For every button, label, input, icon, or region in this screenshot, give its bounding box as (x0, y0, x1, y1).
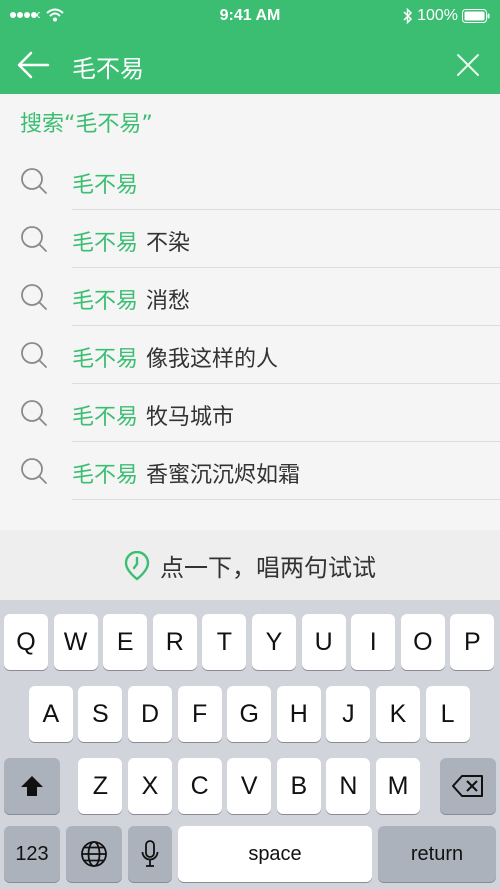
hum-search-label: 点一下，唱两句试试 (160, 554, 376, 582)
search-icon (21, 458, 47, 484)
key-n[interactable]: N (326, 758, 371, 814)
key-z[interactable]: Z (78, 758, 123, 814)
arrow-left-icon (17, 51, 50, 79)
key-y[interactable]: Y (252, 614, 296, 670)
bluetooth-icon (403, 8, 413, 24)
keyboard: 123 space return QWERTYUIOP ASDFGHJKL ZXCV… (0, 600, 500, 889)
hum-icon (124, 550, 150, 580)
key-u[interactable]: U (301, 614, 346, 670)
key-c[interactable]: C (177, 758, 222, 814)
shift-key[interactable] (4, 758, 60, 814)
delete-key[interactable] (440, 758, 496, 814)
globe-key[interactable] (66, 826, 122, 882)
key-o[interactable]: O (400, 614, 445, 670)
hum-search-button[interactable]: 点一下，唱两句试试 (0, 548, 500, 583)
key-e[interactable]: E (103, 614, 148, 670)
suggestion-highlight: 毛不易 (72, 405, 139, 430)
key-a[interactable]: A (28, 686, 73, 742)
key-q[interactable]: Q (4, 614, 48, 670)
key-k[interactable]: K (376, 686, 420, 742)
key-s[interactable]: S (78, 686, 123, 742)
suggestion-text: 毛不易 像我这样的人 (72, 341, 278, 373)
key-i[interactable]: I (351, 614, 396, 670)
suggestion-highlight: 毛不易 (72, 231, 139, 256)
key-h[interactable]: H (276, 686, 321, 742)
return-key[interactable]: return (378, 826, 496, 882)
key-f[interactable]: F (177, 686, 222, 742)
suggestion-highlight: 毛不易 (72, 289, 139, 314)
key-m[interactable]: M (376, 758, 420, 814)
suggestion-item[interactable]: 毛不易 牧马城市 (0, 384, 500, 442)
suggestion-panel: 搜索“毛不易” 毛不易 毛不易 不染 毛不易 消愁 毛不易 像我这样的人 毛不易 牧马城市 毛不易… (0, 94, 500, 530)
suggestion-rest: 牧马城市 (146, 405, 235, 430)
suggestion-item[interactable]: 毛不易 (0, 152, 500, 210)
suggestion-rest: 像我这样的人 (146, 347, 279, 372)
search-input[interactable]: 毛不易 (72, 49, 144, 84)
key-d[interactable]: D (128, 686, 172, 742)
dictation-key[interactable] (128, 826, 172, 882)
suggestion-item[interactable]: 毛不易 不染 (0, 210, 500, 268)
close-icon (457, 54, 479, 76)
key-v[interactable]: V (227, 758, 272, 814)
key-g[interactable]: G (227, 686, 272, 742)
key-b[interactable]: B (276, 758, 321, 814)
search-prompt[interactable]: 搜索“毛不易” (20, 106, 153, 138)
suggestion-item[interactable]: 毛不易 香蜜沉沉烬如霜 (0, 442, 500, 500)
clear-button[interactable] (456, 53, 480, 77)
battery-icon (462, 9, 490, 23)
key-j[interactable]: J (326, 686, 371, 742)
suggestion-text: 毛不易 不染 (72, 225, 190, 257)
globe-icon (81, 841, 107, 867)
suggestion-text: 毛不易 牧马城市 (72, 399, 234, 431)
suggestion-item[interactable]: 毛不易 消愁 (0, 268, 500, 326)
backspace-icon (452, 775, 483, 797)
key-t[interactable]: T (202, 614, 247, 670)
suggestion-highlight: 毛不易 (72, 347, 139, 372)
space-key[interactable]: space (178, 826, 372, 882)
suggestion-rest: 消愁 (146, 289, 191, 314)
battery-percent: 100% (417, 7, 458, 24)
search-icon (21, 226, 47, 252)
status-bar: 9:41 AM 100% (0, 0, 500, 36)
key-p[interactable]: P (450, 614, 495, 670)
search-icon (21, 168, 47, 194)
search-icon (21, 400, 47, 426)
divider (72, 499, 500, 500)
search-header: 毛不易 (0, 36, 500, 94)
suggestion-highlight: 毛不易 (72, 173, 139, 198)
search-icon (21, 284, 47, 310)
suggestion-highlight: 毛不易 (72, 463, 139, 488)
status-right-group: 100% (403, 7, 490, 25)
microphone-icon (141, 840, 159, 867)
search-icon (21, 342, 47, 368)
suggestion-text: 毛不易 (72, 167, 138, 199)
suggestion-item[interactable]: 毛不易 像我这样的人 (0, 326, 500, 384)
numbers-key[interactable]: 123 (4, 826, 60, 882)
suggestion-text: 毛不易 香蜜沉沉烬如霜 (72, 457, 300, 489)
key-x[interactable]: X (128, 758, 172, 814)
back-button[interactable] (16, 50, 56, 80)
suggestion-rest: 不染 (146, 231, 191, 256)
key-l[interactable]: L (425, 686, 470, 742)
suggestion-list: 毛不易 毛不易 不染 毛不易 消愁 毛不易 像我这样的人 毛不易 牧马城市 毛不易 香蜜沉沉烬如霜 (0, 152, 500, 500)
key-w[interactable]: W (53, 614, 98, 670)
suggestion-rest: 香蜜沉沉烬如霜 (146, 463, 301, 488)
hum-search-bar: 点一下，唱两句试试 (0, 530, 500, 600)
key-r[interactable]: R (152, 614, 197, 670)
shift-icon (21, 776, 43, 796)
suggestion-text: 毛不易 消愁 (72, 283, 190, 315)
